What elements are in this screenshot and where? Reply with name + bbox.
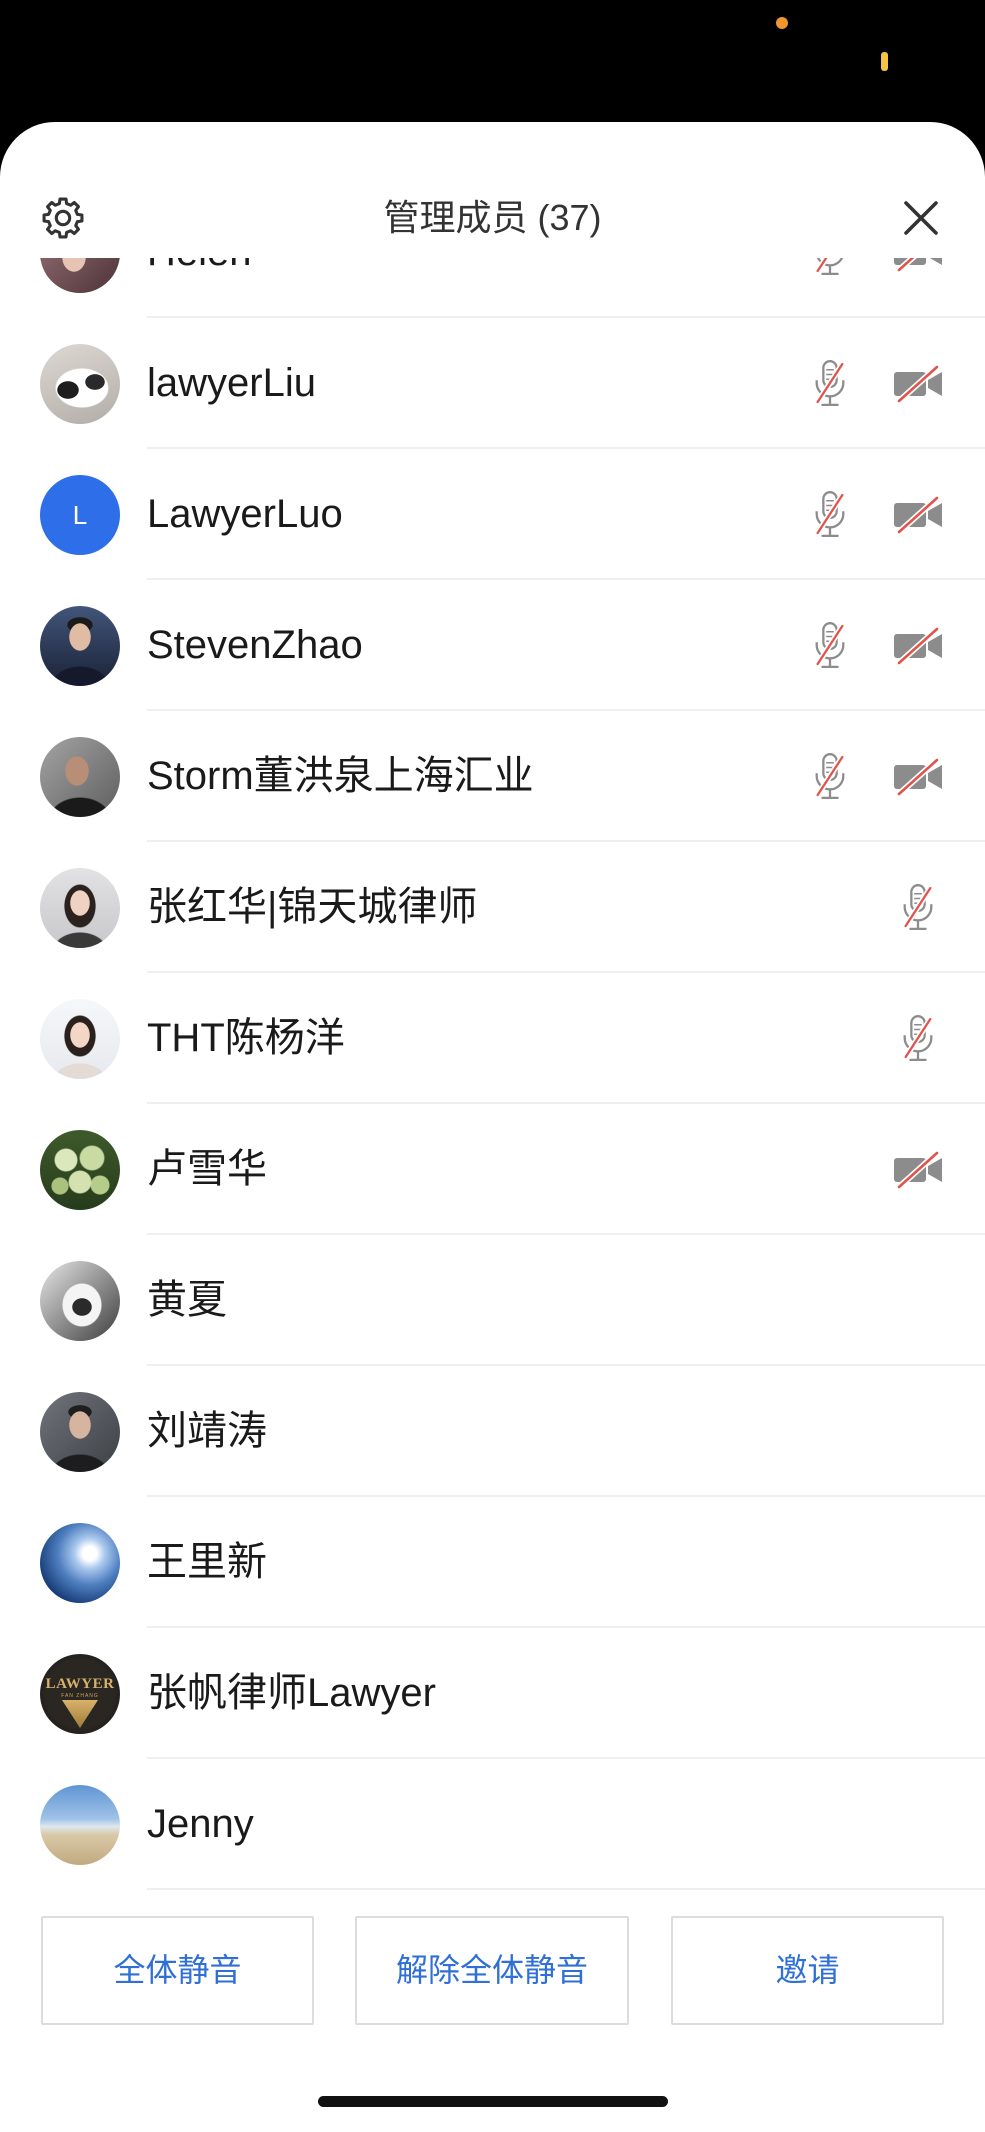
lawyer-logo-text: LAWYER: [45, 1676, 115, 1692]
member-row[interactable]: Helen: [0, 258, 985, 318]
mic-muted-icon[interactable]: [874, 973, 962, 1104]
home-indicator[interactable]: [318, 2096, 668, 2107]
member-name: LawyerLuo: [147, 492, 343, 536]
mic-muted-icon[interactable]: [786, 258, 874, 318]
logo-triangle: [62, 1700, 98, 1728]
avatar: [40, 1130, 120, 1210]
member-name: lawyerLiu: [147, 361, 316, 405]
avatar: [40, 1523, 120, 1603]
member-row[interactable]: StevenZhao: [0, 580, 985, 711]
member-name: 卢雪华: [147, 1147, 267, 1191]
status-indicator-bar: [881, 52, 888, 71]
avatar: [40, 999, 120, 1079]
mic-muted-icon[interactable]: [786, 580, 874, 711]
member-name: Helen: [147, 258, 252, 318]
member-row[interactable]: lawyerLiu: [0, 318, 985, 449]
member-status-icons: [874, 842, 962, 973]
member-name: StevenZhao: [147, 623, 363, 667]
member-name: 刘靖涛: [147, 1409, 267, 1453]
screen: 管理成员 (37) Helen lawyerLiu: [0, 0, 985, 2132]
member-name: Storm董洪泉上海汇业: [147, 754, 534, 798]
avatar: [40, 737, 120, 817]
member-name: THT陈杨洋: [147, 1016, 345, 1060]
avatar: [40, 606, 120, 686]
member-status-icons: [786, 258, 962, 318]
member-name: 王里新: [147, 1540, 267, 1584]
mic-muted-icon[interactable]: [786, 711, 874, 842]
avatar: [40, 868, 120, 948]
member-status-icons: [874, 973, 962, 1104]
avatar: [40, 1785, 120, 1865]
status-indicator-dot: [776, 17, 788, 29]
mic-muted-icon[interactable]: [874, 842, 962, 973]
member-status-icons: [786, 318, 962, 449]
avatar: [40, 1392, 120, 1472]
avatar: L: [40, 475, 120, 555]
member-name: 张帆律师Lawyer: [147, 1671, 436, 1715]
member-list[interactable]: Helen lawyerLiu L LawyerLuo: [0, 258, 985, 1893]
mic-muted-icon[interactable]: [786, 318, 874, 449]
camera-off-icon[interactable]: [874, 318, 962, 449]
camera-off-icon[interactable]: [874, 711, 962, 842]
avatar-letter: L: [72, 500, 88, 530]
member-name: Jenny: [147, 1802, 254, 1846]
mute-all-button[interactable]: 全体静音: [41, 1916, 314, 2025]
close-icon[interactable]: [903, 200, 939, 236]
member-status-icons: [786, 449, 962, 580]
camera-off-icon[interactable]: [874, 449, 962, 580]
lawyer-logo-subtext: FAN ZHANG: [61, 1693, 99, 1699]
unmute-all-button[interactable]: 解除全体静音: [355, 1916, 629, 2025]
member-row[interactable]: Storm董洪泉上海汇业: [0, 711, 985, 842]
invite-button[interactable]: 邀请: [671, 1916, 944, 2025]
camera-off-icon[interactable]: [874, 1104, 962, 1235]
camera-off-icon[interactable]: [874, 258, 962, 318]
member-row[interactable]: Jenny: [0, 1759, 985, 1890]
member-status-icons: [786, 580, 962, 711]
member-row[interactable]: THT陈杨洋: [0, 973, 985, 1104]
member-row[interactable]: 张红华|锦天城律师: [0, 842, 985, 973]
member-status-icons: [874, 1104, 962, 1235]
page-title: 管理成员 (37): [383, 197, 602, 238]
member-row[interactable]: 黄夏: [0, 1235, 985, 1366]
member-name: 张红华|锦天城律师: [147, 885, 478, 929]
member-row[interactable]: 卢雪华: [0, 1104, 985, 1235]
member-row[interactable]: 王里新: [0, 1497, 985, 1628]
avatar: [40, 344, 120, 424]
avatar: [40, 1261, 120, 1341]
member-row[interactable]: 刘靖涛: [0, 1366, 985, 1497]
member-name: 黄夏: [147, 1278, 227, 1322]
member-status-icons: [786, 711, 962, 842]
member-row[interactable]: L LawyerLuo: [0, 449, 985, 580]
avatar: [40, 258, 120, 293]
camera-off-icon[interactable]: [874, 580, 962, 711]
mic-muted-icon[interactable]: [786, 449, 874, 580]
avatar: LAWYER FAN ZHANG: [40, 1654, 120, 1734]
member-row[interactable]: LAWYER FAN ZHANG 张帆律师Lawyer: [0, 1628, 985, 1759]
